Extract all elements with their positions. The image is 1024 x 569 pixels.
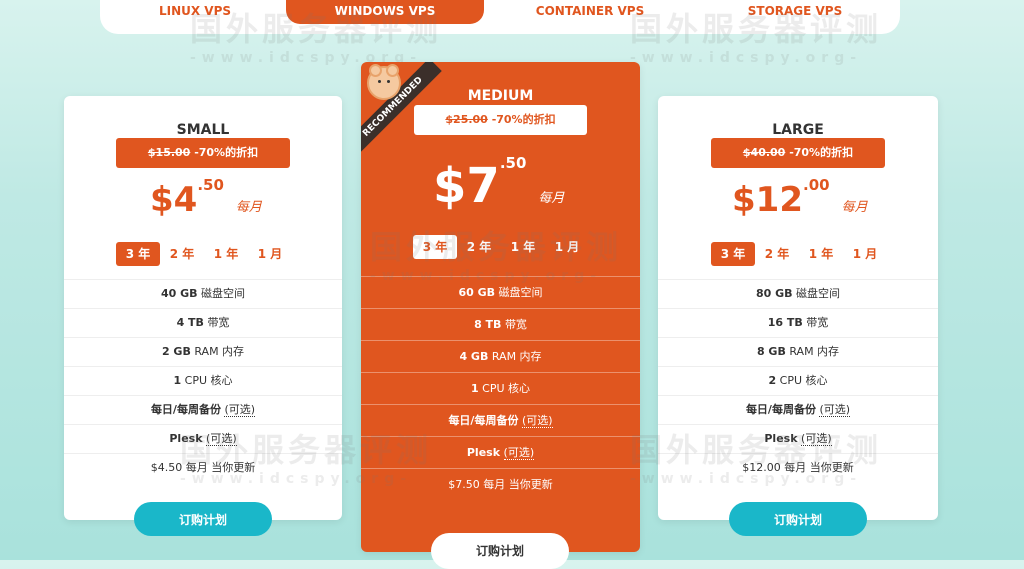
term-3-years[interactable]: 3 年 — [711, 242, 755, 266]
feature-disk: 80 GB 磁盘空间 — [658, 279, 938, 308]
plan-name: LARGE — [772, 122, 824, 138]
plan-card-medium: RECOMMENDED MEDIUM $25.00 -70%的折扣 $7.50每… — [361, 62, 640, 569]
order-plan-button[interactable]: 订购计划 — [134, 502, 272, 536]
discount-badge: $40.00 -70%的折扣 — [711, 138, 885, 168]
plan-card-large: LARGE $40.00 -70%的折扣 $12.00每月 3 年 2 年 1 … — [658, 96, 938, 536]
price: $12.00每月 — [732, 176, 868, 220]
term-3-years[interactable]: 3 年 — [413, 235, 457, 259]
optional-link[interactable]: (可选) — [521, 414, 553, 428]
price: $7.50每月 — [433, 154, 565, 214]
plan-name: MEDIUM — [467, 88, 534, 104]
term-1-month[interactable]: 1 月 — [545, 235, 589, 259]
discount-badge: $25.00 -70%的折扣 — [414, 105, 587, 135]
term-selector: 3 年 2 年 1 年 1 月 — [413, 235, 589, 259]
term-1-year[interactable]: 1 年 — [501, 235, 545, 259]
term-1-month[interactable]: 1 月 — [248, 242, 292, 266]
term-2-years[interactable]: 2 年 — [160, 242, 204, 266]
feature-ram: 2 GB RAM 内存 — [64, 337, 342, 366]
tab-storage-vps[interactable]: STORAGE VPS — [730, 0, 860, 22]
feature-bandwidth: 16 TB 带宽 — [658, 308, 938, 337]
product-tab-bar: LINUX VPS WINDOWS VPS CONTAINER VPS STOR… — [100, 0, 900, 34]
term-2-years[interactable]: 2 年 — [755, 242, 799, 266]
term-1-year[interactable]: 1 年 — [204, 242, 248, 266]
feature-disk: 40 GB 磁盘空间 — [64, 279, 342, 308]
feature-plesk: Plesk (可选) — [64, 424, 342, 453]
term-selector: 3 年 2 年 1 年 1 月 — [711, 242, 887, 266]
feature-renewal: $4.50 每月 当你更新 — [64, 453, 342, 482]
feature-cpu: 1 CPU 核心 — [361, 372, 640, 404]
feature-ram: 4 GB RAM 内存 — [361, 340, 640, 372]
feature-list: 40 GB 磁盘空间 4 TB 带宽 2 GB RAM 内存 1 CPU 核心 … — [64, 279, 342, 482]
term-2-years[interactable]: 2 年 — [457, 235, 501, 259]
discount-badge: $15.00 -70%的折扣 — [116, 138, 290, 168]
feature-bandwidth: 4 TB 带宽 — [64, 308, 342, 337]
feature-bandwidth: 8 TB 带宽 — [361, 308, 640, 340]
tab-linux-vps[interactable]: LINUX VPS — [140, 0, 250, 22]
feature-cpu: 2 CPU 核心 — [658, 366, 938, 395]
term-1-year[interactable]: 1 年 — [799, 242, 843, 266]
feature-backup: 每日/每周备份 (可选) — [658, 395, 938, 424]
feature-list: 60 GB 磁盘空间 8 TB 带宽 4 GB RAM 内存 1 CPU 核心 … — [361, 276, 640, 500]
tab-windows-vps[interactable]: WINDOWS VPS — [286, 0, 484, 24]
optional-link[interactable]: (可选) — [224, 403, 256, 417]
optional-link[interactable]: (可选) — [503, 446, 535, 460]
term-1-month[interactable]: 1 月 — [843, 242, 887, 266]
term-selector: 3 年 2 年 1 年 1 月 — [116, 242, 292, 266]
feature-renewal: $7.50 每月 当你更新 — [361, 468, 640, 500]
feature-backup: 每日/每周备份 (可选) — [361, 404, 640, 436]
feature-cpu: 1 CPU 核心 — [64, 366, 342, 395]
optional-link[interactable]: (可选) — [801, 432, 832, 446]
feature-renewal: $12.00 每月 当你更新 — [658, 453, 938, 482]
plan-name: SMALL — [176, 122, 230, 138]
order-plan-button[interactable]: 订购计划 — [729, 502, 867, 536]
feature-list: 80 GB 磁盘空间 16 TB 带宽 8 GB RAM 内存 2 CPU 核心… — [658, 279, 938, 482]
optional-link[interactable]: (可选) — [819, 403, 851, 417]
tab-container-vps[interactable]: CONTAINER VPS — [520, 0, 660, 22]
price: $4.50每月 — [150, 176, 262, 220]
feature-backup: 每日/每周备份 (可选) — [64, 395, 342, 424]
plan-card-small: SMALL $15.00 -70%的折扣 $4.50每月 3 年 2 年 1 年… — [64, 96, 342, 536]
feature-ram: 8 GB RAM 内存 — [658, 337, 938, 366]
term-3-years[interactable]: 3 年 — [116, 242, 160, 266]
order-plan-button[interactable]: 订购计划 — [431, 533, 569, 569]
feature-plesk: Plesk (可选) — [658, 424, 938, 453]
feature-disk: 60 GB 磁盘空间 — [361, 276, 640, 308]
feature-plesk: Plesk (可选) — [361, 436, 640, 468]
optional-link[interactable]: (可选) — [206, 432, 237, 446]
